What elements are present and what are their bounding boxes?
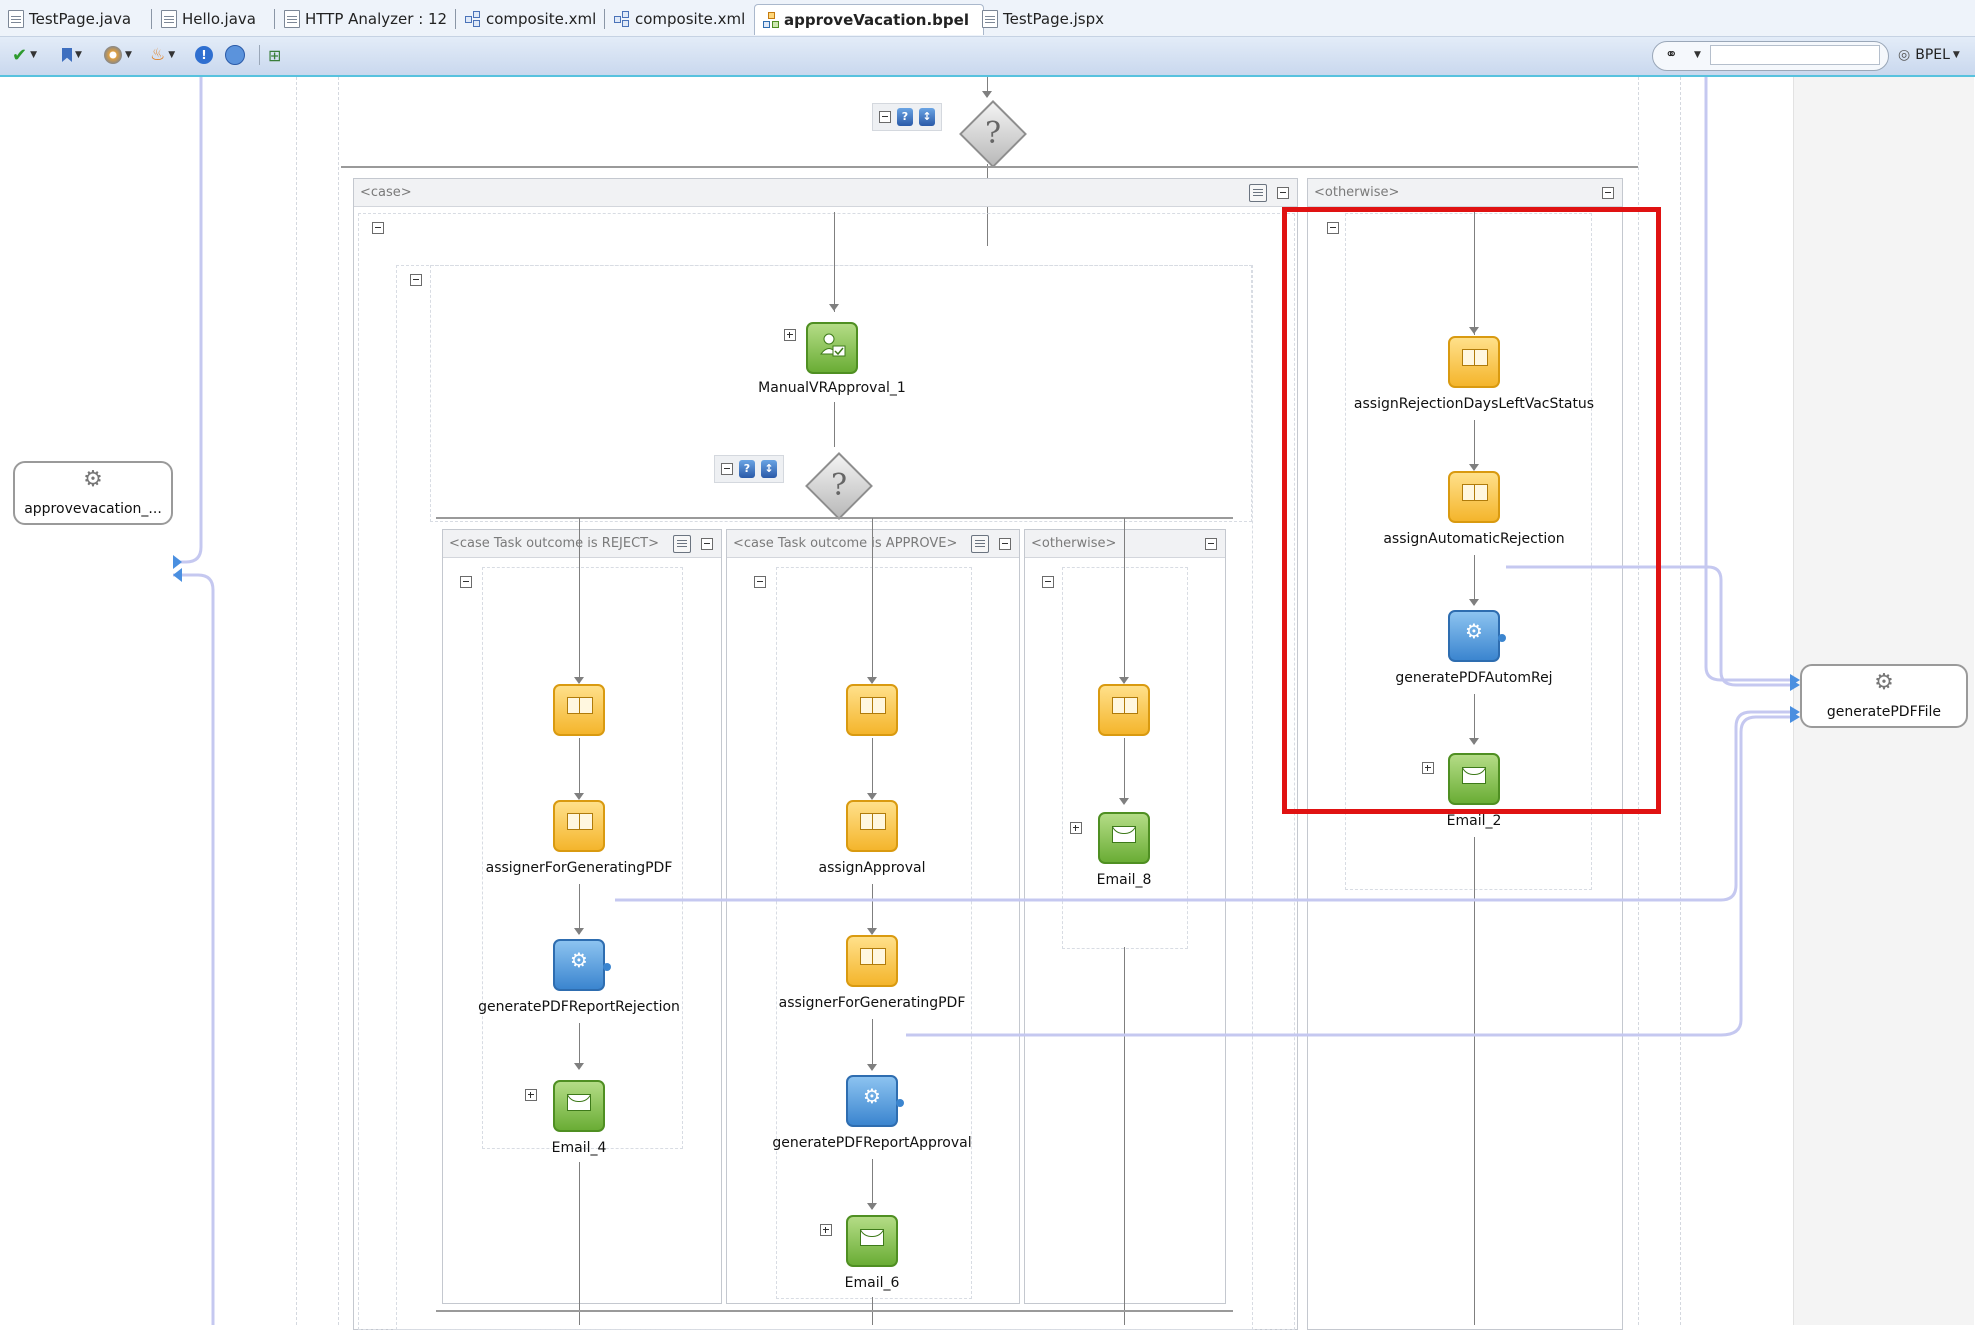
gear-icon: ⚙: [1874, 670, 1894, 695]
globe-icon: [104, 46, 122, 64]
tab-separator: [274, 9, 275, 29]
info-icon: !: [195, 46, 213, 64]
deploy-icon: ♨: [150, 45, 166, 65]
tab-label: TestPage.jspx: [1003, 10, 1105, 28]
partner-wires: [173, 77, 1800, 1325]
tab-composite-xml-1[interactable]: composite.xml: [455, 6, 596, 32]
chevron-down-icon: ▼: [125, 50, 132, 60]
refresh-button[interactable]: [225, 43, 245, 67]
chevron-down-icon: ▼: [30, 50, 38, 60]
http-analyzer-icon: [284, 10, 300, 28]
tab-label: composite.xml: [635, 10, 746, 28]
bpel-menu-label: BPEL: [1915, 47, 1950, 63]
tab-label: TestPage.java: [29, 10, 132, 28]
layout-icon: ⊞: [268, 45, 282, 65]
tab-http-analyzer[interactable]: HTTP Analyzer : 12: [274, 6, 447, 32]
tab-testpage-jspx[interactable]: TestPage.jspx: [982, 6, 1104, 32]
tab-testpage-java[interactable]: TestPage.java: [8, 6, 131, 32]
bpel-editor-toolbar: ✔ ▼ ▼ ▼ ♨ ▼ ! ⊞ ⚭ ▼ ◎ BPEL ▼: [0, 37, 1975, 77]
refresh-icon: [225, 45, 245, 65]
partner-link-generatepdffile[interactable]: ⚙ generatePDFFile: [1800, 664, 1968, 728]
eye-icon: ◎: [1898, 47, 1911, 63]
search-box: ⚭ ▼: [1652, 41, 1889, 71]
partner-link-label: generatePDFFile: [1826, 704, 1942, 720]
jspx-file-icon: [982, 10, 998, 28]
tab-composite-xml-2[interactable]: composite.xml: [604, 6, 745, 32]
tab-label: composite.xml: [486, 10, 597, 28]
checkmark-icon: ✔: [12, 44, 28, 66]
search-input[interactable]: [1710, 45, 1880, 65]
composite-icon: [465, 11, 481, 27]
chevron-down-icon: ▼: [1952, 50, 1960, 60]
binoculars-icon[interactable]: ⚭: [1665, 45, 1678, 63]
layout-button[interactable]: ⊞: [268, 43, 281, 67]
tab-separator: [604, 9, 605, 29]
bookmark-button[interactable]: ▼: [62, 43, 82, 67]
tab-hello-java[interactable]: Hello.java: [151, 6, 256, 32]
deploy-button[interactable]: ♨ ▼: [150, 43, 175, 67]
highlight-annotation: [1282, 207, 1661, 814]
java-file-icon: [8, 10, 24, 28]
tab-label: HTTP Analyzer : 12: [305, 10, 448, 28]
chevron-down-icon[interactable]: ▼: [1694, 50, 1701, 60]
partner-link-label: approvevacation_...: [24, 501, 162, 517]
partner-link-approvevacation[interactable]: ⚙ approvevacation_...: [13, 461, 173, 525]
bpel-icon: [763, 12, 779, 28]
info-button[interactable]: !: [195, 43, 213, 67]
tab-separator: [151, 9, 152, 29]
validate-button[interactable]: ✔ ▼: [12, 43, 37, 67]
tab-label: Hello.java: [182, 10, 256, 28]
separator: [259, 43, 260, 67]
tab-approvevacation-bpel[interactable]: approveVacation.bpel: [754, 4, 984, 35]
composite-icon: [614, 11, 630, 27]
tab-label: approveVacation.bpel: [784, 11, 969, 29]
bpel-menu-button[interactable]: ◎ BPEL ▼: [1898, 43, 1960, 67]
run-options-button[interactable]: ▼: [104, 43, 132, 67]
editor-tab-bar: TestPage.java Hello.java HTTP Analyzer :…: [0, 0, 1975, 37]
chevron-down-icon: ▼: [75, 50, 82, 60]
bpel-design-canvas[interactable]: ? ↕ ? <case> ManualVRApproval_1 ? ↕ ? <c…: [8, 77, 1974, 1330]
gear-icon: ⚙: [83, 467, 103, 492]
tab-separator: [455, 9, 456, 29]
bookmark-icon: [62, 48, 72, 62]
java-file-icon: [161, 10, 177, 28]
chevron-down-icon: ▼: [168, 50, 176, 60]
